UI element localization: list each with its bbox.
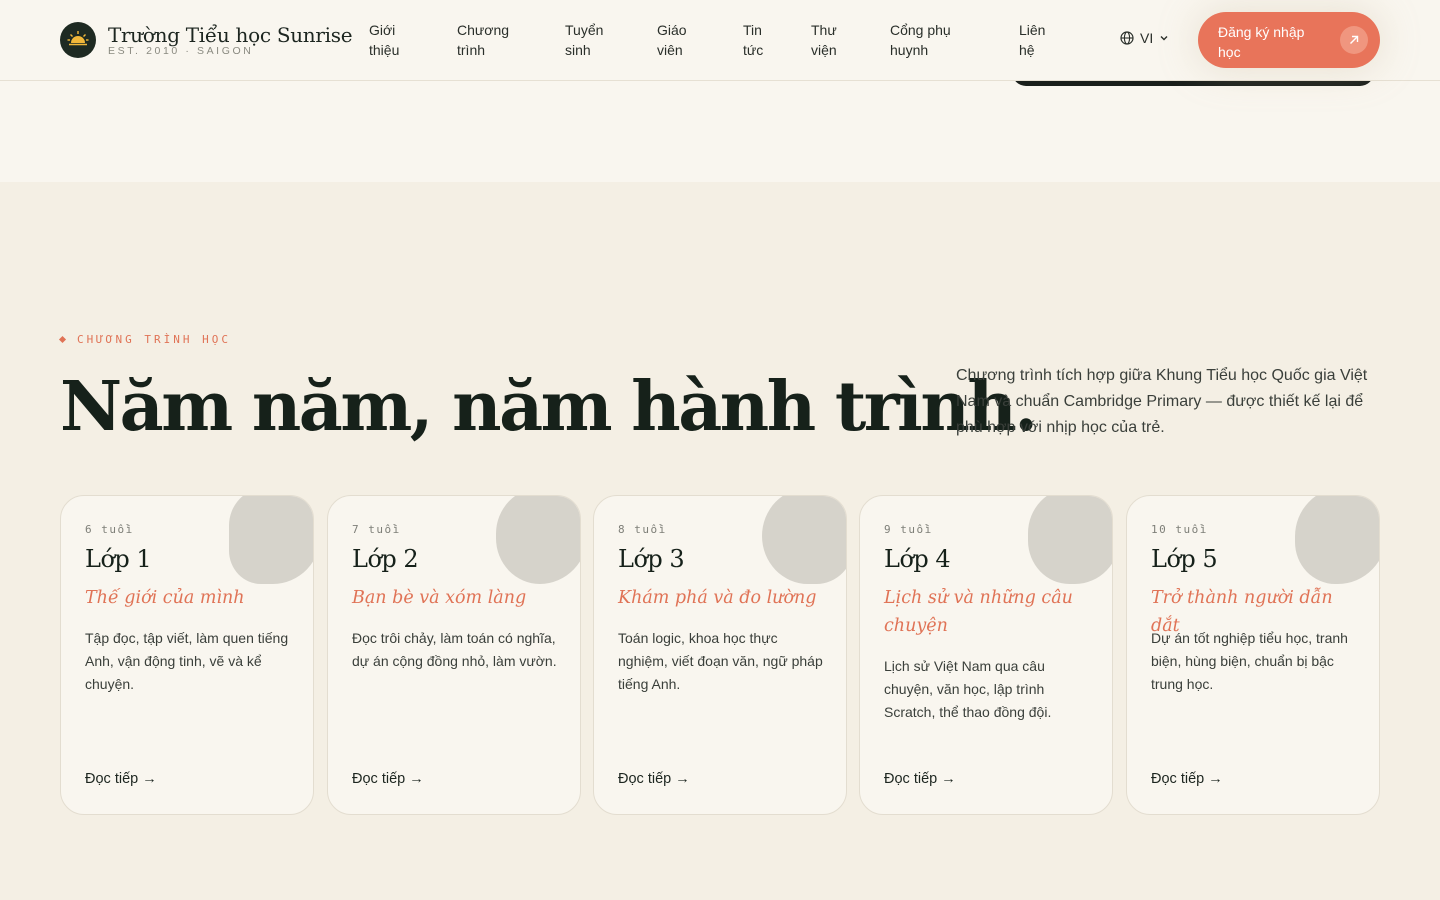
eyebrow-label: CHƯƠNG TRÌNH HỌC <box>77 333 231 346</box>
nav-chuong-trinh[interactable]: Chương trình <box>457 20 527 60</box>
grade-card-5[interactable]: 10 tuổi Lớp 5 Trở thành người dẫn dắt Dự… <box>1126 495 1380 815</box>
card-title: Lớp 2 <box>352 545 419 573</box>
section-eyebrow: CHƯƠNG TRÌNH HỌC <box>58 333 231 346</box>
decorative-blob <box>229 496 313 584</box>
read-more-link[interactable]: Đọc tiếp → <box>884 771 956 787</box>
card-title: Lớp 5 <box>1151 545 1218 573</box>
card-subtitle: Lịch sử và những câu chuyện <box>884 588 1073 636</box>
read-more-link[interactable]: Đọc tiếp → <box>85 771 157 787</box>
nav-tuyen-sinh[interactable]: Tuyển sinh <box>565 20 617 60</box>
card-description: Dự án tốt nghiệp tiểu học, tranh biện, h… <box>1151 630 1348 692</box>
decorative-blob <box>1028 496 1112 584</box>
globe-icon <box>1120 31 1134 45</box>
card-description: Đọc trôi chảy, làm toán có nghĩa, dự án … <box>352 630 557 669</box>
card-description: Lịch sử Việt Nam qua câu chuyện, văn học… <box>884 658 1052 720</box>
logo-title: Trường Tiểu học Sunrise <box>108 22 353 47</box>
grade-card-4[interactable]: 9 tuổi Lớp 4 Lịch sử và những câu chuyện… <box>859 495 1113 815</box>
enroll-button[interactable]: Đăng ký nhập học <box>1198 12 1380 68</box>
card-description: Tập đọc, tập viết, làm quen tiếng Anh, v… <box>85 630 289 692</box>
card-age: 6 tuổi <box>85 523 134 536</box>
nav-cong-phu-huynh[interactable]: Cổng phụ huynh <box>890 20 970 60</box>
chevron-down-icon <box>1160 36 1168 41</box>
grade-card-2[interactable]: 7 tuổi Lớp 2 Bạn bè và xóm làng Đọc trôi… <box>327 495 581 815</box>
card-title: Lớp 4 <box>884 545 951 573</box>
read-more-link[interactable]: Đọc tiếp → <box>1151 771 1223 787</box>
read-more-link[interactable]: Đọc tiếp → <box>618 771 690 787</box>
language-selector[interactable]: VI <box>1120 30 1169 46</box>
card-age: 7 tuổi <box>352 523 401 536</box>
card-age: 9 tuổi <box>884 523 933 536</box>
logo[interactable]: Trường Tiểu học Sunrise EST. 2010 · SAIG… <box>60 22 353 58</box>
site-header: Trường Tiểu học Sunrise EST. 2010 · SAIG… <box>0 0 1440 81</box>
grade-card-1[interactable]: 6 tuổi Lớp 1 Thế giới của mình Tập đọc, … <box>60 495 314 815</box>
language-label: VI <box>1140 30 1154 46</box>
enroll-button-label: Đăng ký nhập học <box>1218 24 1305 60</box>
decorative-blob <box>762 496 846 584</box>
card-subtitle: Bạn bè và xóm làng <box>352 588 527 608</box>
card-subtitle: Khám phá và đo lường <box>618 588 817 608</box>
card-title: Lớp 1 <box>85 545 152 573</box>
nav-thu-vien[interactable]: Thư viện <box>811 20 851 60</box>
card-description: Toán logic, khoa học thực nghiệm, viết đ… <box>618 630 823 692</box>
nav-gioi-thieu[interactable]: Giới thiệu <box>369 20 419 60</box>
nav-lien-he[interactable]: Liên hệ <box>1019 20 1059 60</box>
hero-bottom-band <box>0 81 1440 182</box>
card-age: 10 tuổi <box>1151 523 1208 536</box>
section-heading: Năm năm, năm hành trình. <box>60 367 1038 447</box>
sun-logo-icon <box>60 22 96 58</box>
card-title: Lớp 3 <box>618 545 685 573</box>
decorative-blob <box>496 496 580 584</box>
grade-card-3[interactable]: 8 tuổi Lớp 3 Khám phá và đo lường Toán l… <box>593 495 847 815</box>
card-subtitle: Thế giới của mình <box>85 588 245 608</box>
decorative-blob <box>1295 496 1379 584</box>
nav-tin-tuc[interactable]: Tin tức <box>743 20 783 60</box>
card-age: 8 tuổi <box>618 523 667 536</box>
logo-subtitle: EST. 2010 · SAIGON <box>108 44 254 57</box>
read-more-link[interactable]: Đọc tiếp → <box>352 771 424 787</box>
diamond-icon <box>58 335 67 344</box>
nav-giao-vien[interactable]: Giáo viên <box>657 20 705 60</box>
section-intro: Chương trình tích hợp giữa Khung Tiểu họ… <box>956 367 1368 436</box>
arrow-up-right-icon <box>1340 26 1368 54</box>
